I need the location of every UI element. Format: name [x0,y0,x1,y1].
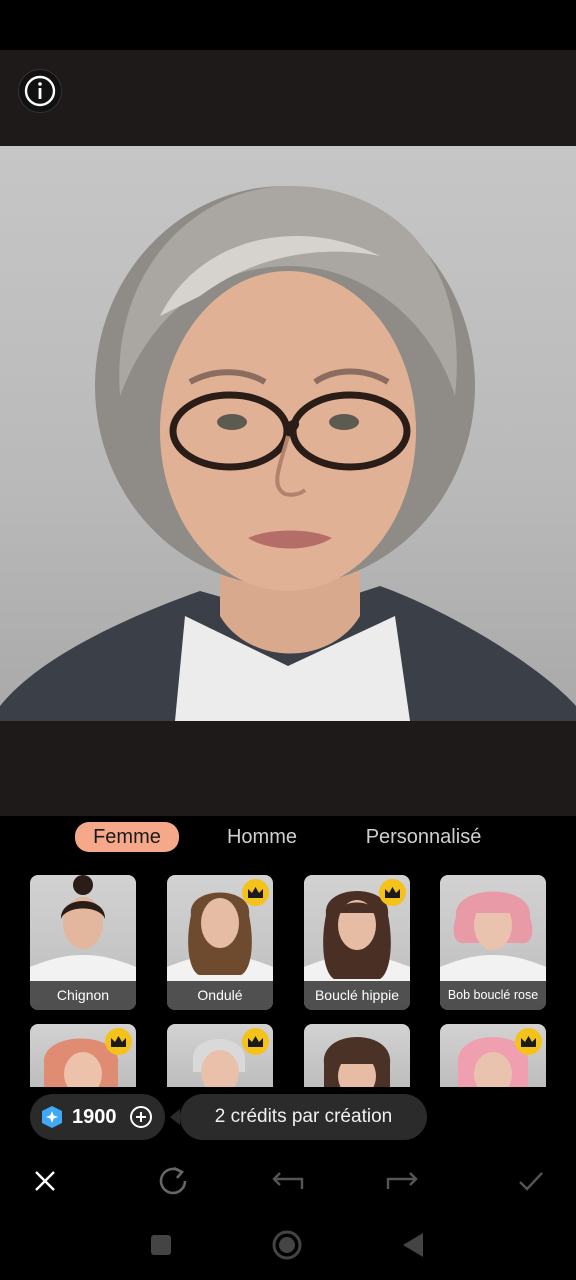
bottom-strip [0,721,576,816]
info-icon [24,75,56,107]
style-card-row2-1[interactable] [30,1024,136,1088]
style-card-ondule[interactable]: Ondulé [167,875,273,1010]
redo-button[interactable] [386,1164,420,1198]
portrait-photo [0,146,576,721]
hairstyle-thumbnail [323,1037,391,1088]
home-button[interactable] [272,1230,302,1260]
top-strip [0,50,576,146]
style-card-chignon[interactable]: Chignon [30,875,136,1010]
tab-homme[interactable]: Homme [210,822,314,852]
gem-icon [42,1106,62,1128]
hairstyle-thumbnail [440,891,546,981]
regenerate-button[interactable] [156,1164,190,1198]
square-icon [151,1235,171,1255]
tab-femme[interactable]: Femme [75,822,179,852]
crown-icon [242,879,269,906]
style-label: Chignon [30,981,136,1010]
home-circle-icon [272,1230,302,1260]
style-card-row2-4[interactable] [440,1024,546,1088]
crown-icon [105,1028,132,1055]
plus-circle-icon[interactable] [129,1105,153,1129]
undo-button[interactable] [270,1164,304,1198]
credits-pill[interactable]: 1900 [30,1094,165,1140]
style-label: Ondulé [167,981,273,1010]
recents-button[interactable] [146,1230,176,1260]
system-nav-bar [0,1208,576,1280]
style-card-row2-3[interactable] [304,1024,410,1088]
edit-toolbar [0,1152,576,1208]
redo-icon [386,1172,418,1189]
check-icon [519,1172,543,1191]
hairstyle-thumbnail [30,875,136,981]
crown-icon [515,1028,542,1055]
confirm-button[interactable] [514,1164,548,1198]
gender-tabs: Femme Homme Personnalisé [0,816,576,860]
refresh-icon [159,1166,187,1195]
style-label: Bob bouclé rose [440,981,546,1010]
style-card-boucle-hippie[interactable]: Bouclé hippie [304,875,410,1010]
close-button[interactable] [28,1164,62,1198]
tab-personnalise[interactable]: Personnalisé [350,822,497,852]
back-button[interactable] [398,1230,428,1260]
style-label: Bouclé hippie [304,981,410,1010]
status-bar [0,0,576,50]
crown-icon [379,879,406,906]
info-button[interactable] [18,69,62,113]
credits-cost-note: 2 crédits par création [170,1094,427,1140]
close-icon [35,1171,55,1191]
undo-icon [272,1172,304,1189]
style-card-row2-2[interactable] [167,1024,273,1088]
crown-icon [242,1028,269,1055]
credits-value: 1900 [72,1105,117,1128]
back-triangle-icon [403,1233,423,1257]
style-card-bob-boucle-rose[interactable]: Bob bouclé rose [440,875,546,1010]
